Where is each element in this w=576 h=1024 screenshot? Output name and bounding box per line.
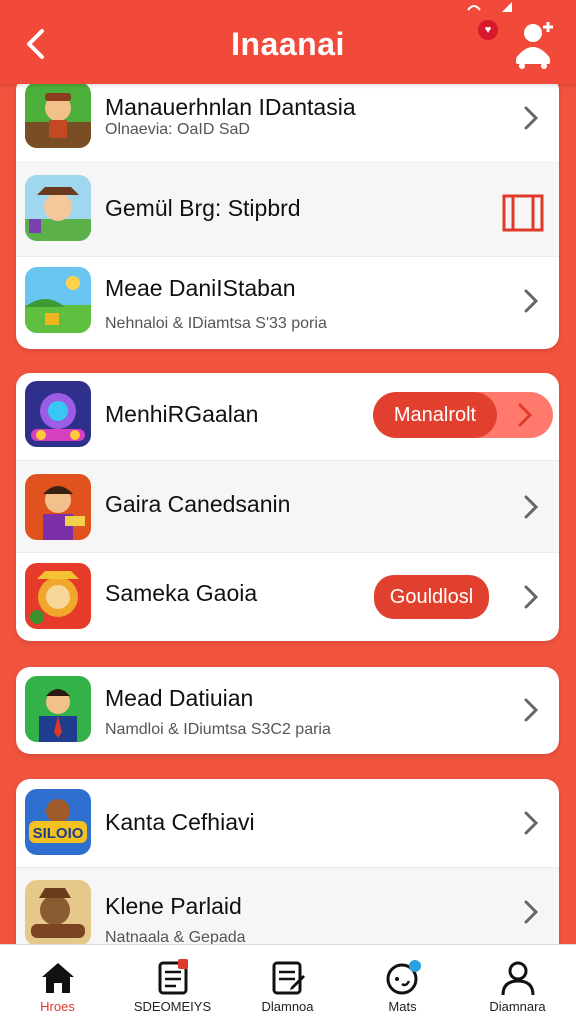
tab-label: Hroes — [40, 999, 75, 1014]
open-game-button[interactable]: Manalrolt — [373, 392, 553, 438]
game-list-item[interactable]: Mead Datiuian Namdloi & IDiumtsa S3C2 pa… — [16, 667, 559, 754]
landscape-game-icon — [25, 267, 91, 333]
game-list-item[interactable]: MenhiRGaalan Manalrolt — [16, 373, 559, 460]
chevron-right-icon — [524, 289, 539, 313]
notification-badge[interactable]: ♥ — [478, 20, 498, 40]
game-title: Manauerhnlan IDantasia — [105, 94, 356, 120]
bookmark-box-icon[interactable] — [502, 194, 544, 232]
document-badge-icon — [158, 959, 188, 995]
game-title: Sameka Gaoia — [105, 580, 258, 606]
app-header: Inaanai ♥ — [0, 0, 576, 84]
icon-text: SILOIO — [33, 825, 84, 842]
chevron-right-icon — [524, 495, 539, 519]
bear-game-icon — [25, 880, 91, 946]
hero-game-icon — [25, 474, 91, 540]
get-game-button[interactable]: Gouldlosl — [374, 575, 489, 619]
chat-icon — [386, 960, 421, 995]
robot-game-icon — [25, 381, 91, 447]
tab-label: Mats — [388, 999, 417, 1014]
chevron-right-icon — [524, 698, 539, 722]
game-subtitle: Nehnaloi & IDiamtsa S'33 poria — [105, 315, 327, 332]
game-list-item[interactable]: Meae DaniIStaban Nehnaloi & IDiamtsa S'3… — [16, 256, 559, 349]
chevron-right-icon — [524, 585, 539, 609]
notes-icon — [272, 961, 305, 995]
adventure-game-icon — [25, 82, 91, 148]
tab-chats[interactable]: Mats — [345, 945, 460, 1024]
cowboy-game-icon — [25, 175, 91, 241]
game-title: MenhiRGaalan — [105, 401, 259, 427]
chevron-right-icon — [524, 900, 539, 924]
game-title: Kanta Cefhiavi — [105, 809, 255, 835]
game-title: Klene Parlaid — [105, 893, 242, 919]
game-title: Gaira Canedsanin — [105, 491, 291, 517]
game-title: Mead Datiuian — [105, 685, 254, 711]
silolo-game-icon: SILOIO — [25, 789, 91, 855]
add-friend-icon[interactable] — [512, 18, 558, 70]
game-list-item[interactable]: Sameka Gaoia Gouldlosl — [16, 552, 559, 641]
game-list-item[interactable]: SILOIO Kanta Cefhiavi — [16, 779, 559, 867]
open-game-button-label: Manalrolt — [373, 392, 497, 438]
tab-notes[interactable]: Dlamnoa — [230, 945, 345, 1024]
chevron-right-icon — [518, 403, 533, 427]
game-list-card-3: Mead Datiuian Namdloi & IDiumtsa S3C2 pa… — [16, 667, 559, 754]
home-icon — [42, 963, 74, 993]
game-title: Meae DaniIStaban — [105, 275, 296, 301]
tab-profile[interactable]: Diamnara — [460, 945, 575, 1024]
tab-label: SDEOMEIYS — [133, 999, 212, 1014]
game-list-item[interactable]: Gemül Brg: Stipbrd — [16, 162, 559, 256]
profile-icon — [501, 961, 535, 996]
game-subtitle: Namdloi & IDiumtsa S3C2 paria — [105, 721, 331, 738]
tab-home[interactable]: Hroes — [0, 945, 115, 1024]
chevron-right-icon — [524, 811, 539, 835]
lion-game-icon — [25, 563, 91, 629]
game-list-card-2: MenhiRGaalan Manalrolt Gaira Canedsanin … — [16, 373, 559, 641]
status-bar-icons — [467, 2, 512, 12]
chevron-right-icon — [524, 106, 539, 130]
game-subtitle: Olnaevia: OaID SaD — [105, 121, 250, 138]
tab-documents[interactable]: SDEOMEIYS — [115, 945, 230, 1024]
bottom-tab-bar: Hroes SDEOMEIYS Dlamnoa Mats Diamnara — [0, 944, 576, 1024]
game-list-item[interactable]: Manauerhnlan IDantasia Olnaevia: OaID Sa… — [16, 76, 559, 162]
game-list-item[interactable]: Gaira Canedsanin — [16, 460, 559, 552]
tab-label: Diamnara — [489, 999, 546, 1014]
businessman-game-icon — [25, 676, 91, 742]
game-list-card-1: Manauerhnlan IDantasia Olnaevia: OaID Sa… — [16, 76, 559, 349]
game-title: Gemül Brg: Stipbrd — [105, 195, 301, 221]
tab-label: Dlamnoa — [261, 999, 314, 1014]
